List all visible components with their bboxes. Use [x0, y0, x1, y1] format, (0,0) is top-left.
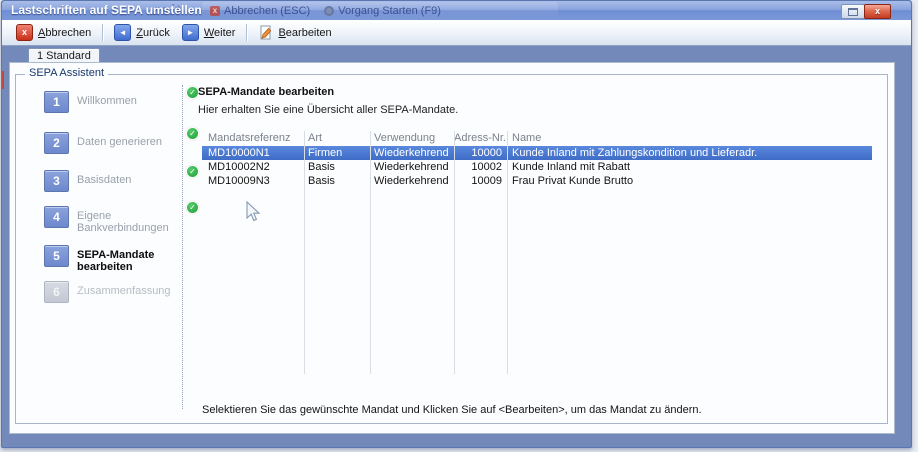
step-content: SEPA-Mandate bearbeiten Hier erhalten Si…	[198, 75, 881, 423]
toolbar: x Abbrechen ◄ Zurück ► Weiter	[2, 20, 911, 46]
col-art[interactable]: Art	[304, 131, 370, 146]
cell-mandatsreferenz: MD10000N1	[202, 146, 304, 160]
abbrechen-button[interactable]: x Abbrechen	[10, 22, 97, 43]
step-zusammenfassung[interactable]: 6 Zusammenfassung	[44, 281, 194, 303]
cell-adress-nr: 10000	[454, 146, 507, 160]
title-bar: zeit x Abbrechen (ESC) Vorgang Starten (…	[2, 1, 911, 20]
screen: zeit x Abbrechen (ESC) Vorgang Starten (…	[0, 0, 918, 452]
instruction-text: Selektieren Sie das gewünschte Mandat un…	[202, 404, 702, 416]
restore-icon	[848, 8, 858, 16]
groupbox-label: SEPA Assistent	[25, 67, 108, 79]
zurueck-button[interactable]: ◄ Zurück	[108, 22, 176, 43]
step-number-badge: 5	[44, 245, 69, 267]
cancel-icon: x	[16, 24, 33, 41]
table-row[interactable]: MD10000N1 Firmen Wiederkehrend 10000 Kun…	[202, 146, 872, 160]
arrow-left-icon: ◄	[114, 24, 131, 41]
toolbar-separator	[246, 24, 247, 41]
step-number-badge: 1	[44, 91, 69, 113]
cell-verwendung: Wiederkehrend	[370, 160, 454, 174]
cursor-icon	[245, 201, 261, 225]
cell-mandatsreferenz: MD10009N3	[202, 174, 304, 188]
cell-name: Frau Privat Kunde Brutto	[507, 174, 872, 188]
col-name[interactable]: Name	[507, 131, 872, 146]
restore-button[interactable]	[841, 4, 865, 19]
cell-verwendung: Wiederkehrend	[370, 174, 454, 188]
mandate-table: Mandatsreferenz Art Verwendung Adress-Nr…	[202, 131, 872, 188]
cell-art: Firmen	[304, 146, 370, 160]
cell-art: Basis	[304, 174, 370, 188]
ghost-abbrechen: x Abbrechen (ESC)	[210, 5, 310, 17]
dialog-window: zeit x Abbrechen (ESC) Vorgang Starten (…	[1, 0, 912, 448]
dialog-body: 1 Standard SEPA Assistent 1 ✓ Willkommen…	[2, 47, 911, 447]
cell-art: Basis	[304, 160, 370, 174]
step-number-badge: 3	[44, 170, 69, 192]
cell-adress-nr: 10002	[454, 160, 507, 174]
content-panel: SEPA Assistent 1 ✓ Willkommen 2 ✓ Daten …	[9, 62, 895, 434]
close-button[interactable]: x	[864, 4, 891, 19]
page-subtitle: Hier erhalten Sie eine Übersicht aller S…	[198, 104, 458, 116]
cancel-icon: x	[210, 6, 220, 16]
cell-verwendung: Wiederkehrend	[370, 146, 454, 160]
table-header: Mandatsreferenz Art Verwendung Adress-Nr…	[202, 131, 872, 146]
col-adress-nr[interactable]: Adress-Nr.	[454, 131, 507, 146]
cell-adress-nr: 10009	[454, 174, 507, 188]
cell-name: Kunde Inland mit Zahlungskondition und L…	[507, 146, 872, 160]
step-number-badge: 6	[44, 281, 69, 303]
ghost-vorgang-starten: Vorgang Starten (F9)	[324, 5, 441, 17]
arrow-right-icon: ►	[182, 24, 199, 41]
table-row[interactable]: MD10002N2 Basis Wiederkehrend 10002 Kund…	[202, 160, 872, 174]
table-row[interactable]: MD10009N3 Basis Wiederkehrend 10009 Frau…	[202, 174, 872, 188]
cell-mandatsreferenz: MD10002N2	[202, 160, 304, 174]
step-sepa-mandate-bearbeiten[interactable]: 5 SEPA-Mandate bearbeiten	[44, 245, 194, 273]
background-toolbar-ghost: x Abbrechen (ESC) Vorgang Starten (F9)	[202, 2, 558, 20]
step-daten-generieren[interactable]: 2 ✓ Daten generieren	[44, 132, 194, 154]
tab-standard[interactable]: 1 Standard	[28, 48, 100, 63]
window-title: Lastschriften auf SEPA umstellen	[11, 3, 202, 17]
toolbar-separator	[102, 24, 103, 41]
step-willkommen[interactable]: 1 ✓ Willkommen	[44, 91, 194, 113]
cell-name: Kunde Inland mit Rabatt	[507, 160, 872, 174]
start-icon	[324, 6, 334, 16]
step-basisdaten[interactable]: 3 ✓ Basisdaten	[44, 170, 194, 192]
edit-icon	[258, 25, 273, 40]
bearbeiten-button[interactable]: Bearbeiten	[252, 23, 337, 42]
background-sliver	[2, 71, 4, 89]
step-number-badge: 2	[44, 132, 69, 154]
col-verwendung[interactable]: Verwendung	[370, 131, 454, 146]
step-eigene-bankverbindungen[interactable]: 4 ✓ Eigene Bankverbindungen	[44, 206, 194, 234]
weiter-button[interactable]: ► Weiter	[176, 22, 242, 43]
steps-content-divider	[182, 85, 183, 409]
page-title: SEPA-Mandate bearbeiten	[198, 86, 334, 98]
step-number-badge: 4	[44, 206, 69, 228]
col-mandatsreferenz[interactable]: Mandatsreferenz	[202, 131, 304, 146]
sepa-assistent-groupbox: SEPA Assistent 1 ✓ Willkommen 2 ✓ Daten …	[15, 74, 888, 424]
